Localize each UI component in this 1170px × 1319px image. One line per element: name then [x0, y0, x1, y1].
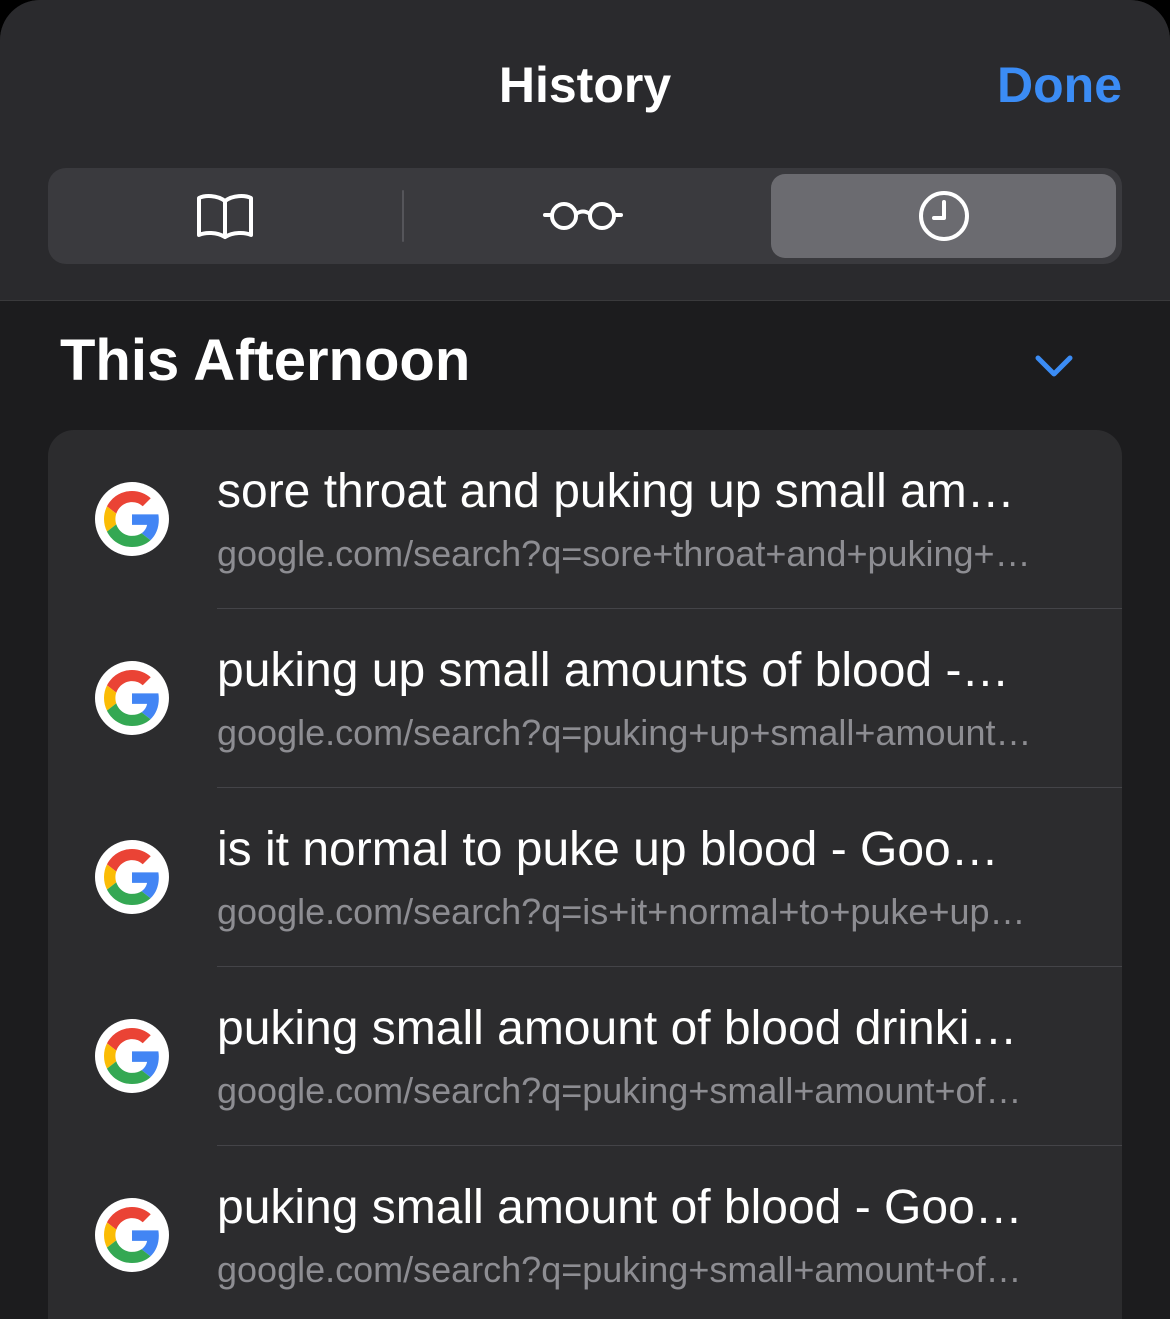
history-title: is it normal to puke up blood - Goo… [217, 823, 999, 876]
history-url: google.com/search?q=sore+throat+and+puki… [217, 533, 1031, 574]
google-icon [95, 1198, 169, 1272]
chevron-down-icon[interactable] [1030, 346, 1078, 386]
history-url: google.com/search?q=puking+small+amount+… [217, 1070, 1022, 1111]
history-row[interactable]: puking small amount of blood - Goo… goog… [48, 1146, 1122, 1319]
book-icon [196, 194, 253, 239]
history-title: puking small amount of blood - Goo… [217, 1181, 1023, 1234]
clock-icon [918, 191, 969, 241]
history-list: sore throat and puking up small am… goog… [48, 430, 1122, 1319]
history-title: sore throat and puking up small am… [217, 465, 1015, 518]
history-url: google.com/search?q=puking+up+small+amou… [217, 712, 1032, 753]
google-icon [95, 661, 169, 735]
section-title: This Afternoon [60, 328, 471, 393]
history-url: google.com/search?q=puking+small+amount+… [217, 1249, 1022, 1290]
history-sheet: History Done This Afternoon sore throat … [0, 0, 1170, 1319]
segmented-control [48, 168, 1122, 264]
done-button[interactable]: Done [997, 52, 1122, 118]
glasses-icon [542, 202, 623, 230]
google-icon [95, 840, 169, 914]
segment-divider [402, 190, 404, 242]
history-title: puking small amount of blood drinki… [217, 1002, 1018, 1055]
history-url: google.com/search?q=is+it+normal+to+puke… [217, 891, 1026, 932]
history-row[interactable]: puking small amount of blood drinki… goo… [48, 967, 1122, 1146]
history-row[interactable]: is it normal to puke up blood - Goo… goo… [48, 788, 1122, 967]
history-title: puking up small amounts of blood -… [217, 644, 1010, 697]
google-icon [95, 482, 169, 556]
history-row[interactable]: sore throat and puking up small am… goog… [48, 430, 1122, 609]
top-bar: History Done [0, 0, 1170, 301]
google-icon [95, 1019, 169, 1093]
history-row[interactable]: puking up small amounts of blood -… goog… [48, 609, 1122, 788]
page-title: History [498, 57, 672, 113]
tab-reading-list[interactable] [410, 174, 755, 258]
tab-history[interactable] [771, 174, 1116, 258]
tab-bookmarks[interactable] [52, 174, 397, 258]
